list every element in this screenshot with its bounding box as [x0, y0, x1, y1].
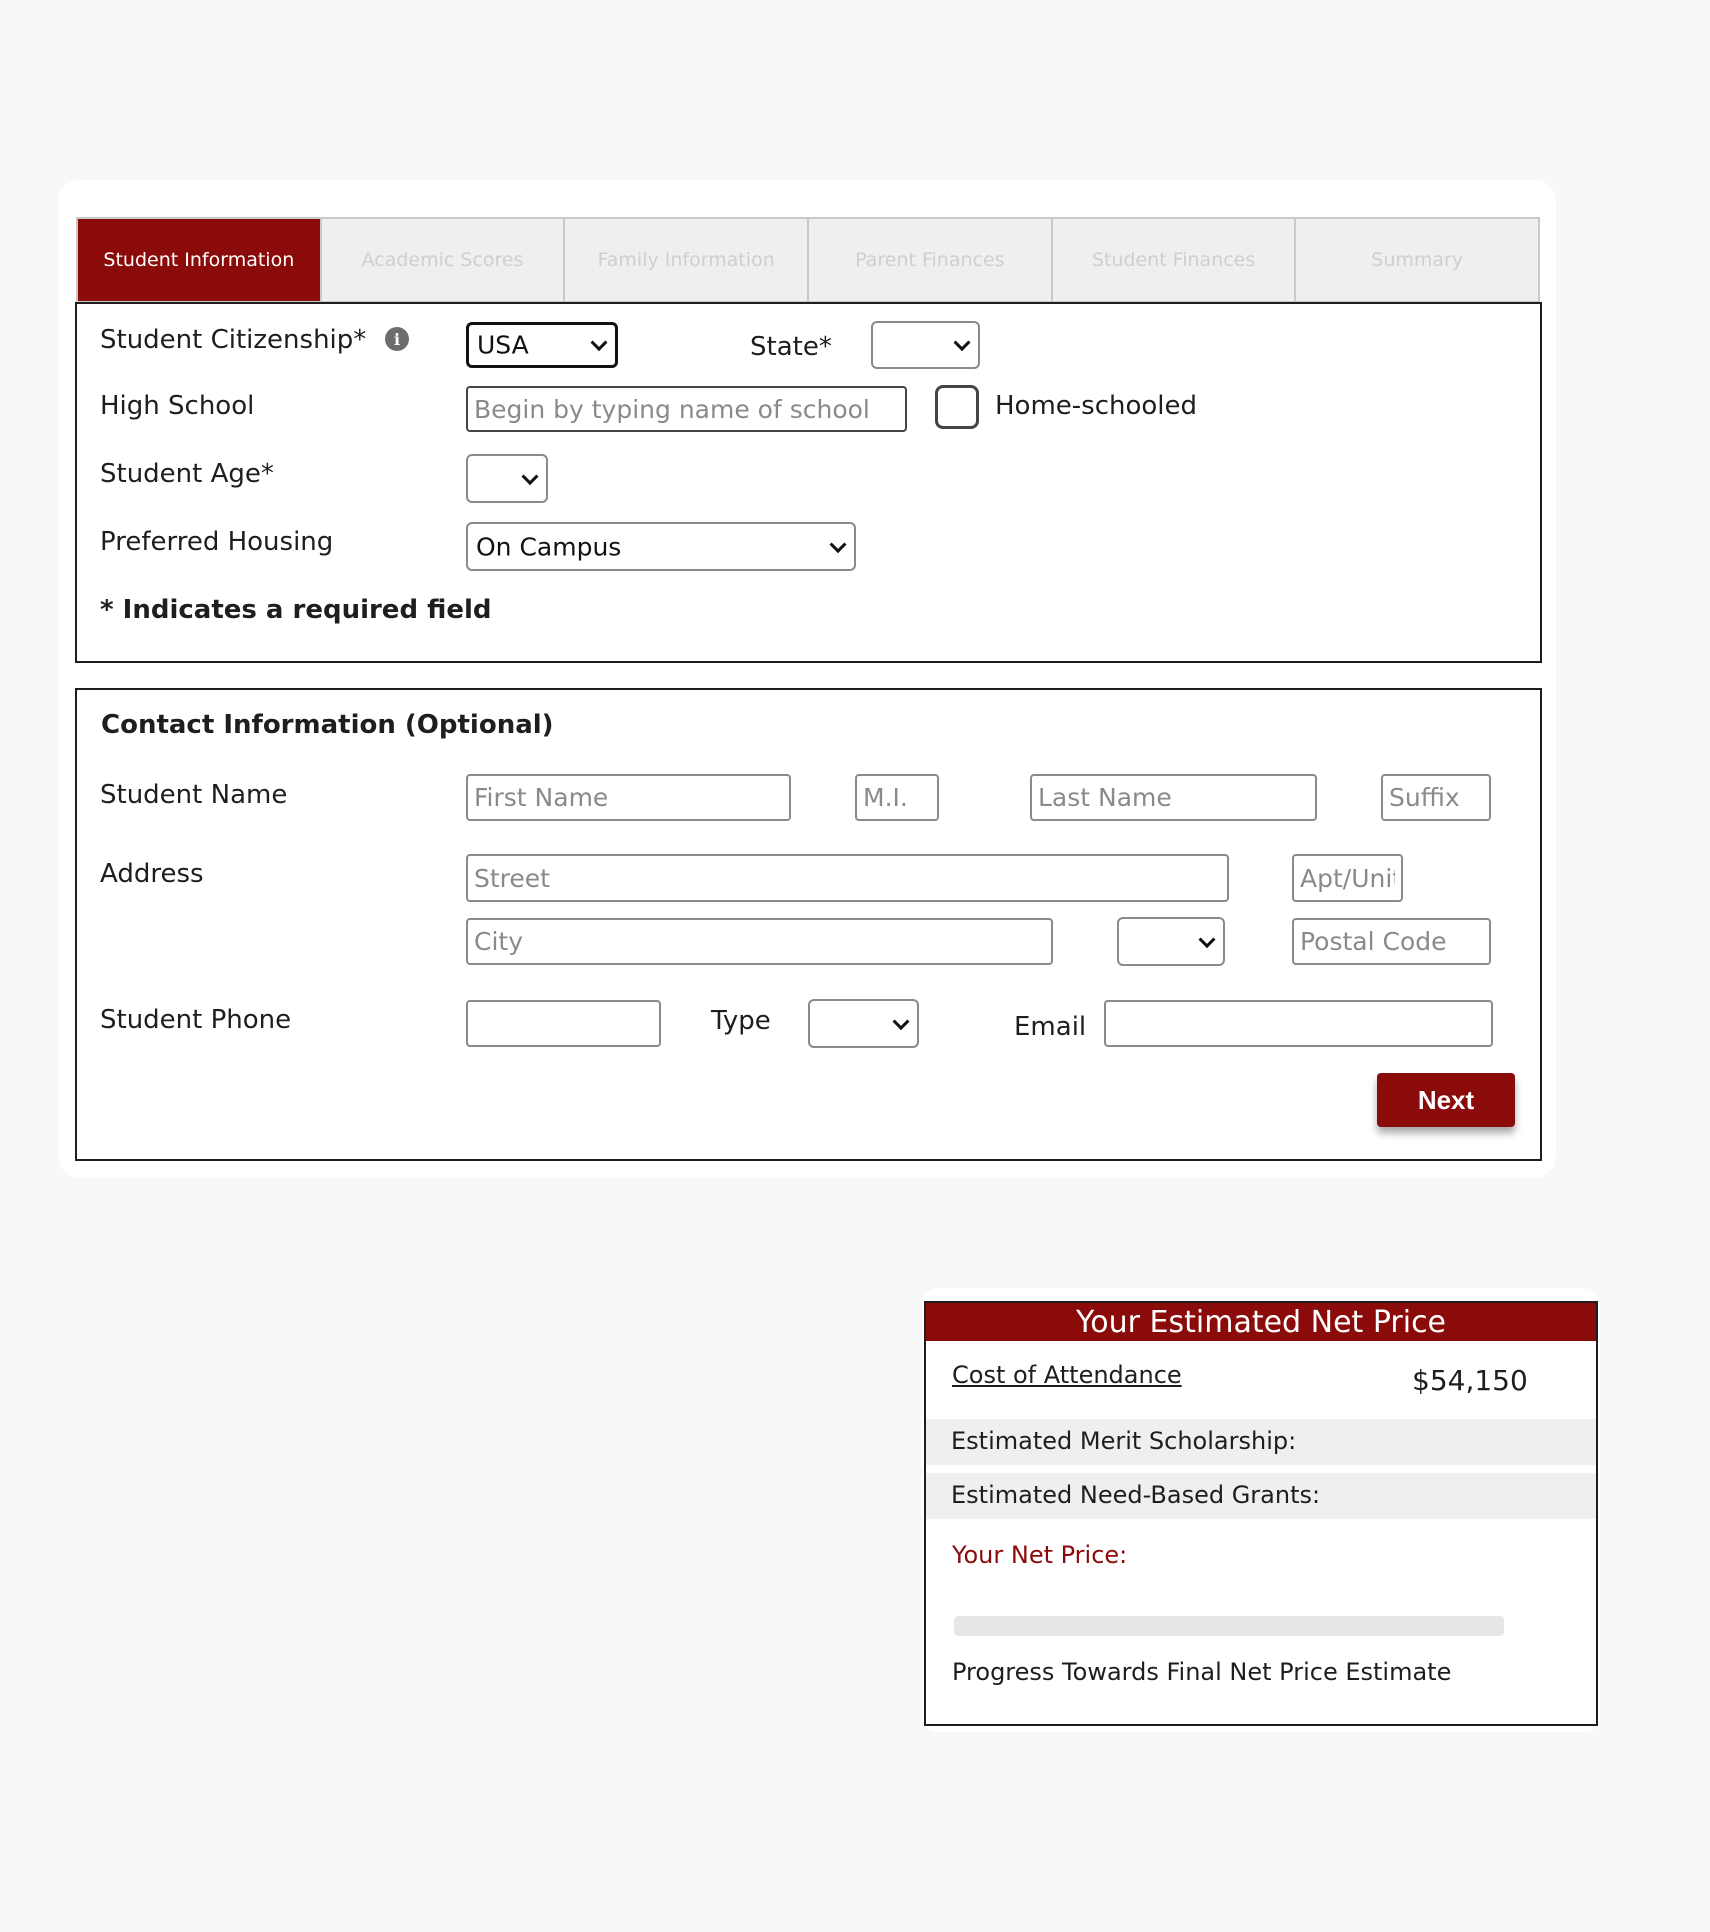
homeschooled-label: Home-schooled [995, 391, 1198, 421]
required-note: * Indicates a required field [100, 595, 492, 625]
cost-of-attendance-link[interactable]: Cost of Attendance [952, 1361, 1182, 1389]
info-icon[interactable]: i [385, 327, 409, 351]
chevron-down-icon [590, 334, 608, 352]
next-button[interactable]: Next [1377, 1073, 1515, 1127]
phone-type-label: Type [711, 1006, 771, 1036]
homeschooled-checkbox[interactable] [935, 385, 979, 429]
tab-student-finances[interactable]: Student Finances [1053, 219, 1297, 301]
tab-summary[interactable]: Summary [1296, 219, 1538, 301]
age-label: Student Age* [100, 459, 274, 489]
net-price-box: Your Estimated Net Price Cost of Attenda… [924, 1301, 1598, 1726]
net-price-title: Your Estimated Net Price [926, 1303, 1596, 1341]
need-grants-label: Estimated Need-Based Grants: [951, 1481, 1321, 1509]
chevron-down-icon [892, 1012, 910, 1030]
citizenship-value: USA [477, 330, 529, 360]
step-tabs: Student Information Academic Scores Fami… [76, 217, 1540, 303]
phone-type-select[interactable] [808, 999, 919, 1048]
address-label: Address [100, 859, 204, 889]
postal-code-input[interactable] [1292, 918, 1491, 965]
cost-of-attendance-value: $54,150 [1412, 1364, 1528, 1397]
last-name-input[interactable] [1030, 774, 1317, 821]
contact-heading: Contact Information (Optional) [101, 710, 554, 740]
email-input[interactable] [1104, 1000, 1493, 1047]
email-label: Email [1014, 1012, 1087, 1042]
chevron-down-icon [953, 334, 971, 352]
tab-parent-finances[interactable]: Parent Finances [809, 219, 1053, 301]
student-phone-label: Student Phone [100, 1005, 292, 1035]
state-select[interactable] [871, 321, 980, 369]
progress-label: Progress Towards Final Net Price Estimat… [952, 1658, 1452, 1686]
tab-family-information[interactable]: Family Information [565, 219, 810, 301]
citizenship-select[interactable]: USA [466, 322, 618, 368]
high-school-input[interactable] [466, 386, 907, 432]
middle-initial-input[interactable] [855, 774, 939, 821]
state-label: State* [750, 332, 832, 362]
apt-unit-input[interactable] [1292, 854, 1403, 902]
tab-academic-scores[interactable]: Academic Scores [322, 219, 566, 301]
tab-student-information[interactable]: Student Information [78, 219, 322, 301]
first-name-input[interactable] [466, 774, 791, 821]
street-input[interactable] [466, 854, 1229, 902]
high-school-label: High School [100, 391, 255, 421]
citizenship-label: Student Citizenship* [100, 325, 367, 355]
suffix-input[interactable] [1381, 774, 1491, 821]
student-name-label: Student Name [100, 780, 288, 810]
city-input[interactable] [466, 918, 1053, 965]
chevron-down-icon [829, 535, 847, 553]
phone-input[interactable] [466, 1000, 661, 1047]
age-select[interactable] [466, 454, 548, 503]
housing-label: Preferred Housing [100, 527, 334, 557]
net-price-label: Your Net Price: [952, 1541, 1128, 1569]
address-state-select[interactable] [1117, 917, 1225, 966]
housing-value: On Campus [476, 532, 622, 561]
merit-scholarship-label: Estimated Merit Scholarship: [951, 1427, 1297, 1455]
progress-bar [954, 1616, 1504, 1636]
housing-select[interactable]: On Campus [466, 522, 856, 571]
chevron-down-icon [521, 467, 539, 485]
chevron-down-icon [1198, 930, 1216, 948]
